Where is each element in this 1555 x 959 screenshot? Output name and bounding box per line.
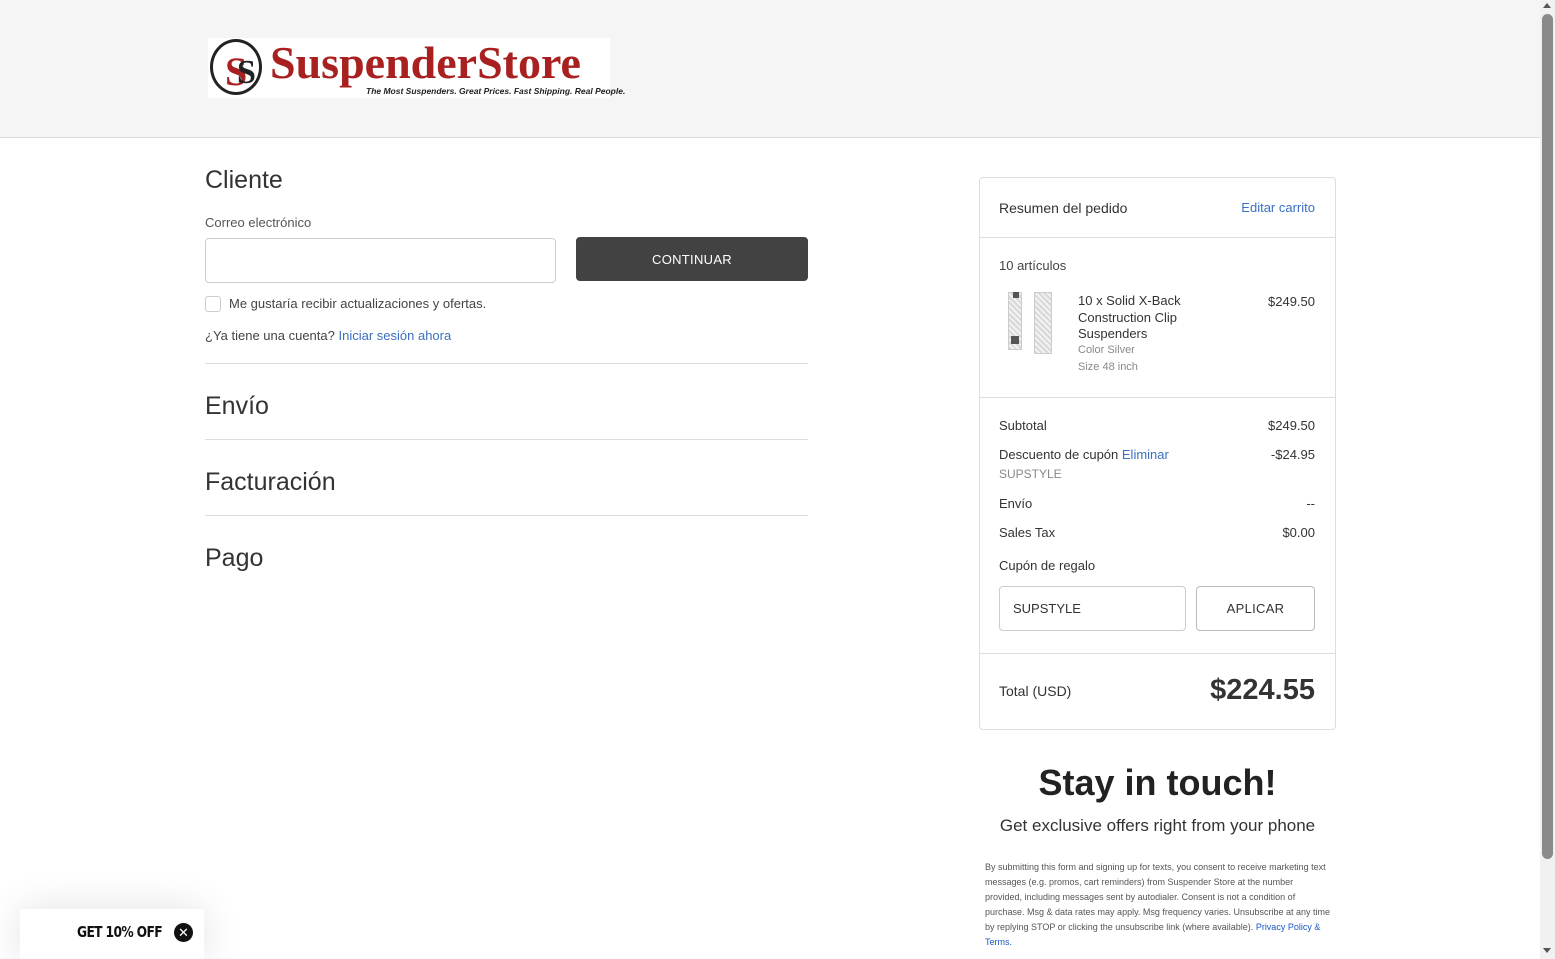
- logo-tagline: The Most Suspenders. Great Prices. Fast …: [366, 86, 626, 96]
- stay-in-touch-subtitle: Get exclusive offers right from your pho…: [999, 816, 1316, 835]
- subtotal-label: Subtotal: [999, 418, 1047, 433]
- summary-divider: [980, 397, 1335, 398]
- product-price: $249.50: [1268, 294, 1315, 309]
- section-divider: [205, 515, 808, 516]
- tax-label: Sales Tax: [999, 525, 1056, 540]
- product-thumbnail: [1006, 292, 1056, 354]
- site-header: S S SuspenderStore The Most Suspenders. …: [0, 0, 1540, 138]
- newsletter-checkbox[interactable]: [205, 296, 221, 312]
- apply-coupon-button[interactable]: APLICAR: [1196, 586, 1315, 631]
- payment-section-title[interactable]: Pago: [205, 544, 263, 573]
- summary-divider: [980, 653, 1335, 654]
- stay-in-touch-title: Stay in touch!: [1038, 762, 1277, 803]
- customer-section-title: Cliente: [205, 166, 283, 194]
- summary-divider: [980, 237, 1335, 238]
- scroll-down-arrow-icon[interactable]: [1543, 948, 1551, 953]
- product-size: Size 48 inch: [1078, 361, 1138, 373]
- order-summary: Resumen del pedido Editar carrito 10 art…: [979, 177, 1336, 730]
- discount-promo-widget[interactable]: GET 10% OFF ✕: [20, 909, 204, 959]
- order-summary-title: Resumen del pedido: [999, 200, 1128, 216]
- email-field[interactable]: [205, 238, 556, 283]
- shipping-label: Envío: [999, 496, 1033, 511]
- email-label: Correo electrónico: [205, 215, 312, 230]
- sms-consent-text: By submitting this form and signing up f…: [985, 860, 1331, 950]
- tax-value: $0.00: [1282, 525, 1315, 540]
- product-color: Color Silver: [1078, 344, 1135, 356]
- newsletter-label: Me gustaría recibir actualizaciones y of…: [229, 296, 487, 311]
- shipping-section-title[interactable]: Envío: [205, 392, 269, 421]
- total-value: $224.55: [1210, 674, 1315, 706]
- discount-label: Descuento de cupón: [999, 447, 1119, 462]
- edit-cart-link[interactable]: Editar carrito: [1241, 200, 1315, 215]
- section-divider: [205, 439, 808, 440]
- store-logo[interactable]: S S SuspenderStore The Most Suspenders. …: [208, 37, 625, 98]
- remove-coupon-link[interactable]: Eliminar: [1122, 447, 1169, 462]
- section-divider: [205, 363, 808, 364]
- logo-monogram-icon: S S: [210, 39, 262, 95]
- discount-line: Descuento de cupón Eliminar: [999, 447, 1169, 462]
- gift-coupon-input[interactable]: [999, 586, 1186, 631]
- product-name: 10 x Solid X-Back Construction Clip Susp…: [1078, 293, 1181, 341]
- account-prompt: ¿Ya tiene una cuenta?: [205, 328, 335, 343]
- subtotal-value: $249.50: [1268, 418, 1315, 433]
- gift-coupon-label: Cupón de regalo: [999, 558, 1096, 573]
- close-icon[interactable]: ✕: [174, 923, 193, 942]
- shipping-value: --: [1306, 496, 1315, 511]
- continue-button[interactable]: CONTINUAR: [576, 237, 808, 281]
- applied-coupon-code: SUPSTYLE: [999, 467, 1062, 481]
- item-count: 10 artículos: [999, 258, 1067, 273]
- logo-wordmark: SuspenderStore: [270, 37, 581, 88]
- discount-value: -$24.95: [1270, 447, 1315, 462]
- scrollbar-thumb[interactable]: [1542, 14, 1553, 859]
- billing-section-title[interactable]: Facturación: [205, 468, 336, 497]
- total-label: Total (USD): [999, 683, 1072, 699]
- account-prompt-line: ¿Ya tiene una cuenta? Iniciar sesión aho…: [205, 328, 451, 343]
- sign-in-link[interactable]: Iniciar sesión ahora: [338, 328, 451, 343]
- promo-label[interactable]: GET 10% OFF: [77, 923, 163, 941]
- page-scrollbar[interactable]: [1540, 0, 1555, 959]
- scroll-up-arrow-icon[interactable]: [1543, 3, 1551, 8]
